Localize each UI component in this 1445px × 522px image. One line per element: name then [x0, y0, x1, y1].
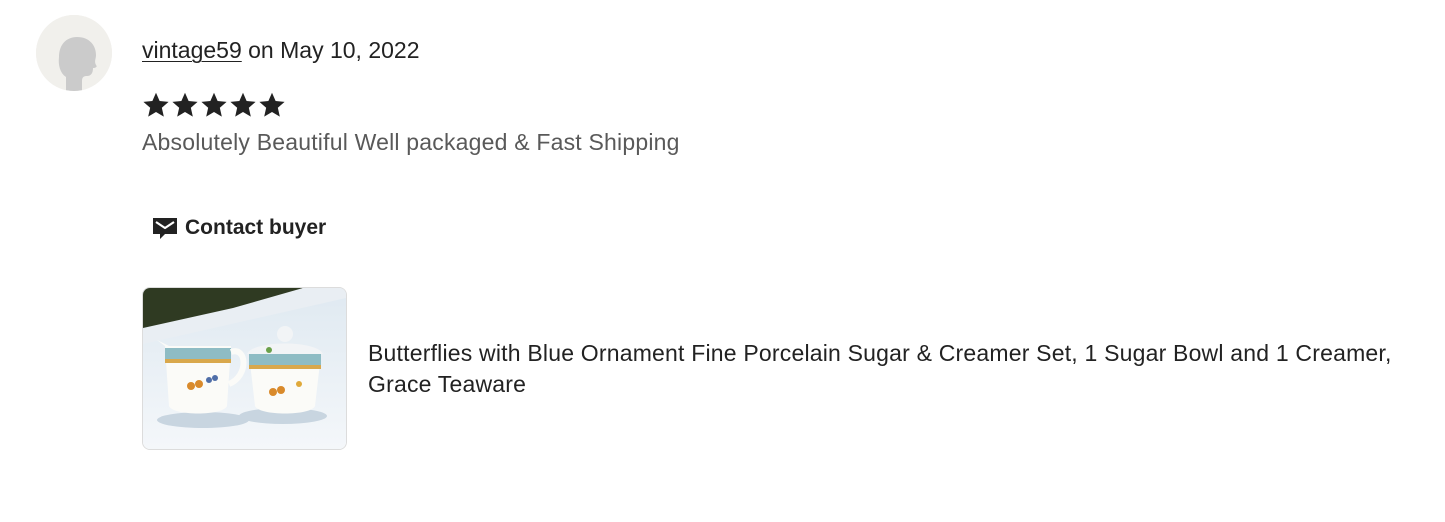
- star-rating: [142, 91, 286, 119]
- contact-buyer-label: Contact buyer: [185, 216, 327, 239]
- review-text: Absolutely Beautiful Well packaged & Fas…: [142, 129, 680, 155]
- reviewer-username-link[interactable]: vintage59: [142, 37, 242, 63]
- review-date: on May 10, 2022: [248, 37, 420, 63]
- contact-buyer-button[interactable]: Contact buyer: [142, 202, 336, 254]
- product-thumbnail[interactable]: [142, 287, 347, 450]
- default-avatar-icon: [36, 15, 112, 91]
- sugar-creamer-set-image: [143, 288, 346, 449]
- star-icon: [230, 92, 256, 117]
- envelope-icon: [153, 218, 177, 239]
- avatar[interactable]: [36, 15, 112, 91]
- star-icon: [172, 92, 198, 117]
- star-icon: [201, 92, 227, 117]
- review-header: vintage59 on May 10, 2022: [142, 35, 419, 65]
- star-icon: [259, 92, 285, 117]
- star-icon: [143, 92, 169, 117]
- product-title[interactable]: Butterflies with Blue Ornament Fine Porc…: [368, 338, 1428, 400]
- purchased-product-link[interactable]: Butterflies with Blue Ornament Fine Porc…: [142, 287, 1428, 450]
